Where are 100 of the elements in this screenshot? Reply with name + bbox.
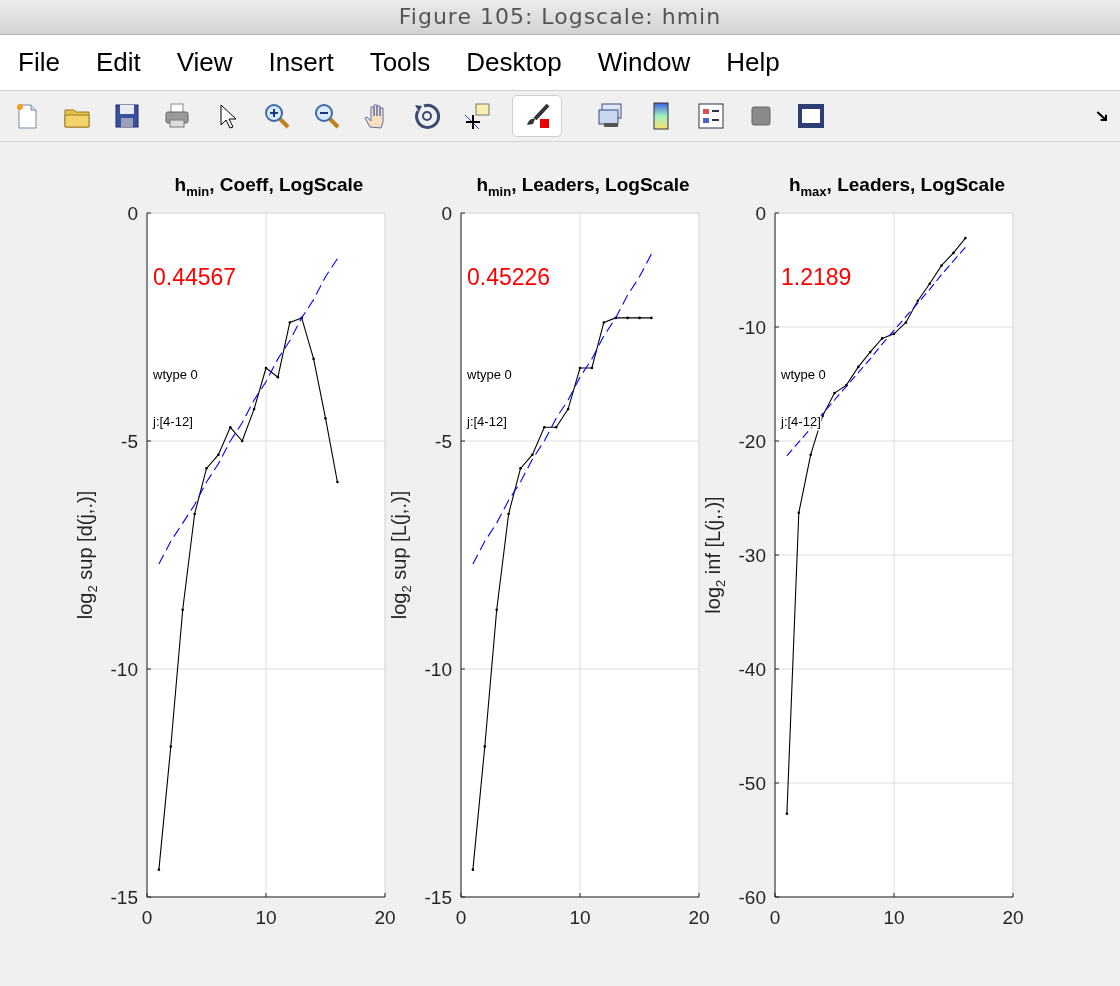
data-point	[495, 608, 498, 611]
data-point	[554, 426, 558, 429]
tick-label: -15	[110, 887, 138, 908]
data-point	[519, 467, 522, 470]
data-point	[952, 251, 955, 255]
tick-label: -60	[738, 887, 766, 908]
tick-label: 0	[455, 907, 467, 928]
data-point	[797, 511, 801, 515]
data-point	[193, 512, 196, 516]
annotation-label: wtype 0	[781, 367, 826, 383]
tick-label: -30	[738, 545, 766, 566]
tick-label: 0	[441, 203, 452, 224]
data-point	[240, 439, 244, 443]
data-point	[650, 316, 653, 320]
window-frame-icon[interactable]	[796, 101, 826, 131]
printer-icon[interactable]	[162, 101, 192, 131]
data-point	[507, 512, 510, 516]
data-point	[940, 264, 943, 267]
data-point	[590, 366, 594, 370]
data-point	[288, 321, 292, 324]
data-point	[880, 337, 884, 340]
tick-label: 10	[255, 907, 277, 928]
data-point	[602, 321, 606, 324]
data-point	[916, 299, 920, 303]
menu-item[interactable]: Edit	[77, 47, 159, 78]
tick-label: -15	[424, 887, 452, 908]
tick-label: -10	[738, 317, 766, 338]
window-title: Figure 105: Logscale: hmin	[0, 0, 1120, 35]
data-point	[892, 332, 896, 336]
data-point	[928, 282, 931, 285]
tick-label: -10	[424, 659, 452, 680]
menu-item[interactable]: Tools	[351, 47, 449, 78]
tick-label: 20	[688, 907, 710, 928]
data-cursor-icon[interactable]	[462, 101, 492, 131]
tick-label: 10	[883, 907, 905, 928]
data-point	[566, 407, 570, 411]
tick-label: -20	[738, 431, 766, 452]
data-point	[626, 316, 629, 320]
chart-title: h$_{min}$, Coeff, LogScale	[173, 173, 365, 201]
annotation-label: wtype 0	[153, 367, 198, 383]
data-point	[300, 316, 303, 320]
menu-item[interactable]: Desktop	[448, 47, 580, 78]
data-point	[543, 426, 546, 429]
data-point	[471, 868, 475, 871]
data-point	[638, 316, 641, 320]
chart-title: h$_{max}$, Leaders, LogScale	[787, 173, 1007, 201]
data-point	[169, 745, 173, 748]
annotation-label: j:[4-12]	[153, 414, 193, 430]
data-point	[821, 414, 824, 418]
slope-value: 0.44567	[153, 264, 237, 291]
data-point	[336, 480, 339, 484]
tick-label: -5	[121, 431, 138, 452]
slope-value: 0.45226	[467, 264, 551, 291]
tick-label: -50	[738, 773, 766, 794]
data-point	[531, 453, 534, 456]
data-point	[229, 426, 232, 429]
data-point	[868, 350, 872, 354]
tick-label: 0	[755, 203, 766, 224]
data-point	[904, 321, 908, 324]
data-point	[312, 357, 315, 361]
slope-value: 1.2189	[781, 264, 852, 291]
data-point	[205, 467, 208, 470]
menu-item[interactable]: Insert	[250, 47, 352, 78]
data-point	[217, 453, 220, 456]
chart-title: h$_{min}$, Leaders, LogScale	[475, 173, 691, 201]
tick-label: -10	[110, 659, 138, 680]
tick-label: 0	[769, 907, 781, 928]
data-point	[578, 366, 582, 370]
data-point	[964, 236, 967, 240]
data-point	[264, 366, 268, 370]
data-point	[276, 375, 280, 379]
save-icon[interactable]	[112, 101, 142, 131]
tick-label: -40	[738, 659, 766, 680]
zoom-in-icon[interactable]	[262, 101, 292, 131]
menu-item[interactable]: View	[158, 47, 251, 78]
data-point	[785, 812, 789, 816]
menu-item[interactable]: File	[0, 47, 78, 78]
tick-label: 20	[1002, 907, 1024, 928]
data-point	[614, 316, 617, 320]
zoom-out-icon[interactable]	[312, 101, 342, 131]
data-point	[857, 365, 860, 369]
menu-item[interactable]: Help	[708, 47, 798, 78]
data-point	[845, 383, 848, 387]
data-point	[809, 453, 812, 456]
data-point	[157, 868, 161, 871]
annotation-label: wtype 0	[467, 367, 512, 383]
tick-label: 0	[141, 907, 153, 928]
annotation-label: j:[4-12]	[467, 414, 507, 430]
brush-button[interactable]	[512, 95, 562, 137]
data-point	[181, 608, 184, 611]
data-point	[833, 391, 836, 395]
legend-icon[interactable]	[696, 101, 726, 131]
data-point	[324, 416, 327, 420]
tick-label: 20	[374, 907, 396, 928]
tick-label: -5	[435, 431, 452, 452]
menu-item[interactable]: Window	[579, 47, 709, 78]
rotate-icon[interactable]	[412, 101, 442, 131]
tick-label: 10	[569, 907, 591, 928]
data-point	[252, 407, 256, 411]
annotation-label: j:[4-12]	[781, 414, 821, 430]
